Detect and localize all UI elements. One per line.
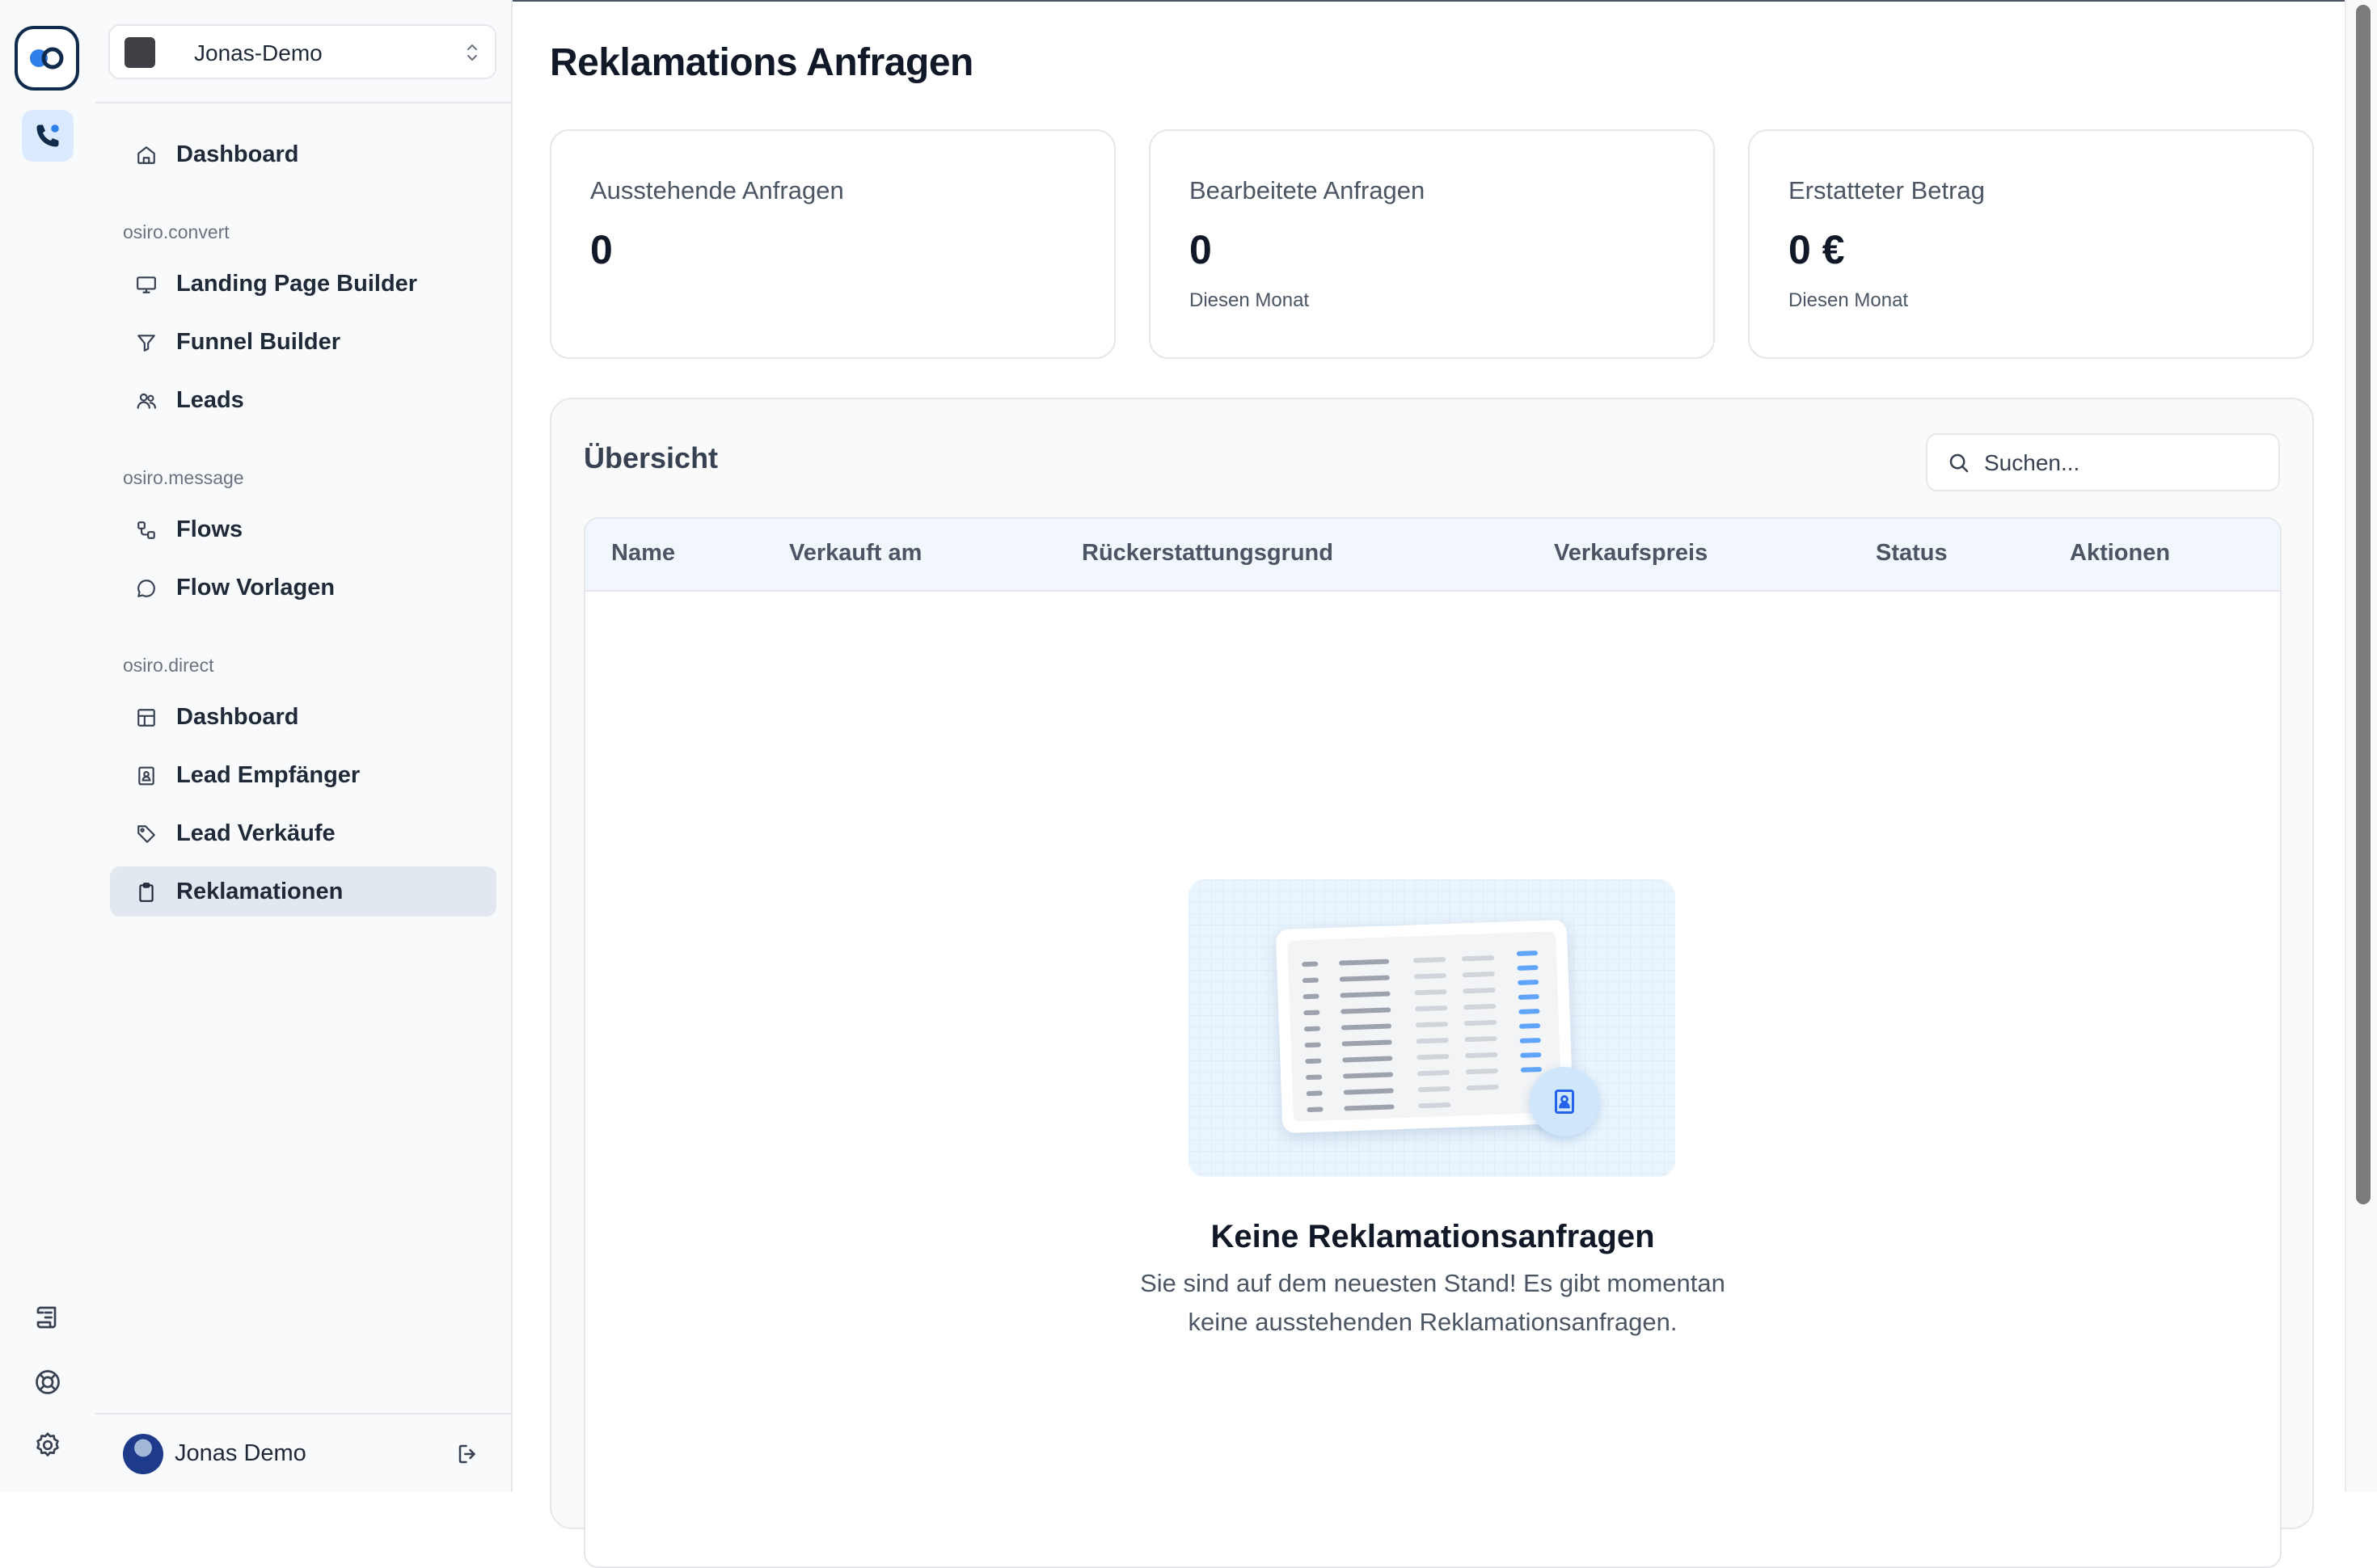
scrollbar-thumb[interactable] (2356, 5, 2371, 1204)
section-label-direct: osiro.direct (123, 655, 214, 676)
flow-icon (137, 521, 155, 539)
column-header-verkaufspreis[interactable]: Verkaufspreis (1554, 540, 1708, 567)
table-header: Name Verkauft am Rückerstattungsgrund Ve… (585, 519, 2280, 592)
chevron-up-down-icon (467, 44, 477, 61)
rail-settings-button[interactable] (22, 1419, 74, 1471)
column-header-name[interactable]: Name (611, 540, 675, 567)
sidebar-footer-divider (95, 1413, 511, 1414)
rail-help-button[interactable] (22, 1356, 74, 1408)
home-icon (137, 146, 155, 164)
scroll-icon (36, 1306, 57, 1329)
sidebar-item-lead-empfaenger[interactable]: Lead Empfänger (110, 750, 496, 800)
phone-icon (36, 124, 59, 147)
stat-card-ausstehend: Ausstehende Anfragen 0 (550, 129, 1116, 359)
workspace-switcher[interactable]: Jonas-Demo (108, 24, 496, 79)
sidebar-item-label: Lead Verkäufe (176, 820, 336, 846)
app-logo[interactable] (15, 26, 79, 91)
stat-card-value: 0 € (1788, 227, 1845, 272)
avatar[interactable] (123, 1434, 163, 1474)
lifebuoy-icon (36, 1370, 60, 1394)
sidebar-item-label: Flow Vorlagen (176, 574, 336, 601)
stat-card-value: 0 (1189, 227, 1212, 272)
stat-card-value: 0 (590, 227, 613, 272)
sidebar-item-flows[interactable]: Flows (110, 504, 496, 554)
users-icon (137, 393, 156, 409)
gear-icon (36, 1432, 59, 1456)
stat-card-title: Bearbeitete Anfragen (1189, 176, 1425, 204)
overview-panel: Übersicht Name Verkauft am Rückerstattun… (550, 398, 2314, 1568)
sidebar-item-landing-page-builder[interactable]: Landing Page Builder (110, 259, 496, 309)
main-content: Reklamations Anfragen Ausstehende Anfrag… (511, 0, 2345, 1568)
empty-state-text: Sie sind auf dem neuesten Stand! Es gibt… (1087, 1264, 1779, 1342)
sidebar-item-flow-vorlagen[interactable]: Flow Vorlagen (110, 563, 496, 613)
monitor-icon (137, 276, 156, 293)
sidebar-item-label: Funnel Builder (176, 328, 340, 355)
stat-card-title: Ausstehende Anfragen (590, 176, 844, 204)
stat-card-bearbeitet: Bearbeitete Anfragen 0 Diesen Monat (1149, 129, 1715, 359)
filter-icon (137, 335, 155, 352)
sidebar-item-label: Lead Empfänger (176, 761, 361, 788)
sidebar-item-label: Dashboard (176, 703, 299, 730)
clipboard-icon (139, 883, 154, 902)
sidebar-item-lead-verkaeufe[interactable]: Lead Verkäufe (110, 808, 496, 858)
sidebar-item-direct-dashboard[interactable]: Dashboard (110, 692, 496, 742)
sidebar-item-leads[interactable]: Leads (110, 375, 496, 425)
sidebar-item-label: Flows (176, 516, 243, 542)
workspace-name: Jonas-Demo (194, 40, 323, 65)
sidebar-item-label: Dashboard (176, 141, 299, 167)
spreadsheet-illustration (1275, 919, 1574, 1134)
logout-icon[interactable] (456, 1442, 480, 1466)
workspace-avatar (125, 37, 155, 68)
rail-phone-button[interactable] (22, 110, 74, 162)
empty-state-illustration (1188, 879, 1675, 1177)
column-header-verkauft-am[interactable]: Verkauft am (789, 540, 922, 567)
contact-badge (1530, 1067, 1599, 1136)
reklamationen-table: Name Verkauft am Rückerstattungsgrund Ve… (584, 517, 2282, 1568)
sidebar-item-label: Reklamationen (176, 878, 344, 904)
column-header-aktionen[interactable]: Aktionen (2070, 540, 2170, 567)
overview-title: Übersicht (584, 441, 719, 474)
chat-bubble-icon (137, 580, 155, 597)
search-input[interactable] (1982, 445, 2261, 482)
layout-icon (137, 709, 155, 727)
empty-state-text-line: Sie sind auf dem neuesten Stand! Es gibt… (1140, 1269, 1725, 1297)
logo-icon (30, 47, 64, 70)
contact-book-icon (138, 766, 154, 786)
search-icon (1949, 453, 1969, 473)
sidebar-item-funnel-builder[interactable]: Funnel Builder (110, 317, 496, 367)
stat-card-erstattet: Erstatteter Betrag 0 € Diesen Monat (1748, 129, 2314, 359)
column-header-rueckerstattungsgrund[interactable]: Rückerstattungsgrund (1082, 540, 1333, 567)
search-box[interactable] (1926, 433, 2280, 491)
contact-book-icon (1555, 1090, 1574, 1114)
user-name: Jonas Demo (175, 1440, 306, 1466)
scrollbar[interactable] (2345, 0, 2377, 1492)
page-title: Reklamations Anfragen (550, 41, 973, 84)
section-label-message: osiro.message (123, 467, 244, 488)
stat-card-subtitle: Diesen Monat (1189, 289, 1310, 311)
sidebar: Jonas-Demo Dashboard osiro.convert Landi… (95, 0, 513, 1492)
column-header-status[interactable]: Status (1876, 540, 1948, 567)
sidebar-item-label: Leads (176, 386, 244, 413)
app-rail (0, 0, 97, 1492)
empty-state-title: Keine Reklamationsanfragen (1210, 1219, 1655, 1254)
sidebar-item-reklamationen[interactable]: Reklamationen (110, 866, 496, 917)
section-label-convert: osiro.convert (123, 221, 230, 242)
rail-docs-button[interactable] (22, 1292, 74, 1343)
stat-card-title: Erstatteter Betrag (1788, 176, 1985, 204)
tag-icon (137, 825, 155, 843)
sidebar-item-label: Landing Page Builder (176, 270, 418, 297)
stat-card-subtitle: Diesen Monat (1788, 289, 1909, 311)
sidebar-divider (95, 102, 511, 103)
empty-state-text-line: keine ausstehenden Reklamationsanfragen. (1188, 1308, 1678, 1336)
sidebar-item-dashboard[interactable]: Dashboard (110, 129, 496, 179)
